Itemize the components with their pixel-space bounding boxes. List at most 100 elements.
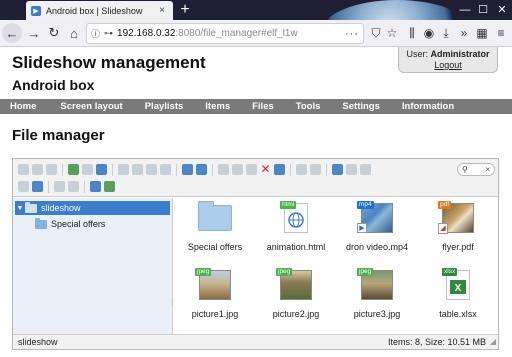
play-icon: ▶	[357, 223, 367, 233]
file-item-picture3[interactable]: jpeg picture3.jpg	[337, 268, 417, 319]
connection-icon: ⊶	[104, 28, 114, 38]
overflow-chevron-icon[interactable]: »	[456, 25, 472, 41]
file-manager-toolbar: ✕ ⚲ ×	[13, 159, 498, 197]
page-content: Slideshow management Android box User: A…	[0, 47, 512, 357]
new-folder-icon[interactable]	[68, 164, 79, 175]
file-item-flyer-pdf[interactable]: pdf ◢ flyer.pdf	[418, 201, 498, 252]
file-item-picture2[interactable]: jpeg picture2.jpg	[256, 268, 336, 319]
browser-tab-strip: ▶ Android box | Slideshow × + — ☐ ✕	[0, 0, 512, 62]
copy-icon[interactable]	[218, 164, 229, 175]
file-item-animation-html[interactable]: html animation.html	[256, 201, 336, 252]
file-item-table-xlsx[interactable]: X xlsx table.xlsx	[418, 268, 498, 319]
file-item-dron-video[interactable]: mp4 ▶ dron video.mp4	[337, 201, 417, 252]
tab-close-icon[interactable]: ×	[156, 5, 168, 16]
menu-item-settings[interactable]: Settings	[342, 99, 379, 114]
arrow-right-icon: →	[27, 25, 41, 41]
download-icon[interactable]: ⤓	[438, 25, 454, 41]
icons-view-icon[interactable]	[332, 164, 343, 175]
menu-item-files[interactable]: Files	[252, 99, 274, 114]
pocket-icon[interactable]: ⛉	[368, 25, 384, 41]
forward-button[interactable]: →	[24, 23, 44, 43]
tree-item-slideshow[interactable]: ▼ slideshow	[15, 201, 170, 215]
caret-down-icon[interactable]: ▼	[15, 205, 25, 212]
tree-item-special-offers[interactable]: Special offers	[25, 217, 180, 231]
site-subtitle: Android box	[12, 77, 95, 93]
main-menu: Home Screen layout Playlists Items Files…	[0, 99, 512, 114]
menu-item-home[interactable]: Home	[10, 99, 36, 114]
page-actions-icon[interactable]: ···	[345, 28, 359, 40]
hamburger-menu-icon[interactable]: ≡	[493, 25, 509, 41]
tab-favicon-icon: ▶	[31, 5, 41, 16]
rename-icon[interactable]	[310, 164, 321, 175]
clear-search-icon[interactable]: ×	[485, 164, 490, 175]
file-item-special-offers[interactable]: Special offers	[175, 201, 255, 252]
new-file-icon[interactable]	[82, 164, 93, 175]
file-name: flyer.pdf	[442, 242, 474, 252]
address-bar[interactable]: ⓘ ⊶ 192.168.0.32 :8080/file_manager#elf_…	[86, 23, 364, 44]
file-type-badge: xlsx	[442, 268, 458, 276]
extensions-icon[interactable]: ▦	[474, 25, 490, 41]
browser-tab-active[interactable]: ▶ Android box | Slideshow ×	[26, 1, 173, 20]
url-host: 192.168.0.32	[117, 28, 176, 39]
file-grid: Special offers html animation.html mp4 ▶…	[175, 198, 497, 334]
menu-item-items[interactable]: Items	[205, 99, 230, 114]
upload-icon[interactable]	[96, 164, 107, 175]
home-icon: ⌂	[70, 25, 78, 41]
file-name: picture2.jpg	[272, 309, 320, 319]
menu-item-tools[interactable]: Tools	[296, 99, 321, 114]
sort-icon[interactable]	[360, 164, 371, 175]
file-name: Special offers	[187, 242, 243, 252]
menu-item-information[interactable]: Information	[402, 99, 454, 114]
paste-icon[interactable]	[246, 164, 257, 175]
empty-folder-icon[interactable]	[274, 164, 285, 175]
select-all-icon[interactable]	[54, 181, 65, 192]
list-view-icon[interactable]	[346, 164, 357, 175]
undo-icon[interactable]	[182, 164, 193, 175]
duplicate-icon[interactable]	[296, 164, 307, 175]
home-button[interactable]: ⌂	[64, 23, 84, 43]
toolbar-separator	[48, 181, 49, 193]
resize-corner-icon[interactable]: ◢	[490, 335, 496, 349]
logout-link[interactable]: Logout	[399, 60, 497, 70]
redo-icon[interactable]	[196, 164, 207, 175]
account-icon[interactable]: ◉	[421, 25, 437, 41]
folder-icon	[35, 217, 47, 229]
forward-tool-icon[interactable]	[32, 164, 43, 175]
library-icon[interactable]: ⫼	[404, 25, 420, 41]
tab-title: Android box | Slideshow	[46, 5, 143, 16]
browser-navigation-bar: ← → ↻ ⌂ ⓘ ⊶ 192.168.0.32 :8080/file_mana…	[0, 20, 512, 47]
back-button[interactable]: ←	[2, 23, 22, 43]
info-panel-icon[interactable]	[32, 181, 43, 192]
new-tab-button[interactable]: +	[178, 1, 192, 18]
minimize-window-button[interactable]: —	[456, 0, 474, 20]
reload-button[interactable]: ↻	[44, 23, 64, 43]
back-tool-icon[interactable]	[18, 164, 29, 175]
svg-text:X: X	[455, 283, 462, 294]
open-icon[interactable]	[118, 164, 129, 175]
tree-item-label: Special offers	[51, 219, 106, 229]
file-manager-statusbar: slideshow Items: 8, Size: 10.51 MB ◢	[13, 334, 498, 349]
maximize-window-button[interactable]: ☐	[474, 0, 492, 20]
menu-item-playlists[interactable]: Playlists	[145, 99, 184, 114]
toolbar-separator	[176, 164, 177, 176]
close-window-button[interactable]: ✕	[493, 0, 511, 20]
cut-icon[interactable]	[232, 164, 243, 175]
help-icon[interactable]	[90, 181, 101, 192]
site-title: Slideshow management	[12, 53, 206, 72]
toolbar-separator	[326, 164, 327, 176]
menu-item-screen-layout[interactable]: Screen layout	[60, 99, 122, 114]
download-file-icon[interactable]	[132, 164, 143, 175]
file-item-picture1[interactable]: jpeg picture1.jpg	[175, 268, 255, 319]
invert-selection-icon[interactable]	[68, 181, 79, 192]
file-name: picture1.jpg	[191, 309, 239, 319]
play-icon[interactable]	[160, 164, 171, 175]
fullscreen-icon[interactable]	[104, 181, 115, 192]
bookmark-star-icon[interactable]: ☆	[384, 25, 400, 41]
up-tool-icon[interactable]	[46, 164, 57, 175]
user-box: User: Administrator Logout	[398, 47, 498, 73]
folder-tree: ▼ slideshow Special offers ⋮	[13, 198, 176, 334]
delete-icon[interactable]: ✕	[260, 163, 271, 175]
get-info-icon[interactable]	[146, 164, 157, 175]
preview-eye-icon[interactable]	[18, 181, 29, 192]
file-search-input[interactable]: ⚲ ×	[457, 163, 495, 176]
